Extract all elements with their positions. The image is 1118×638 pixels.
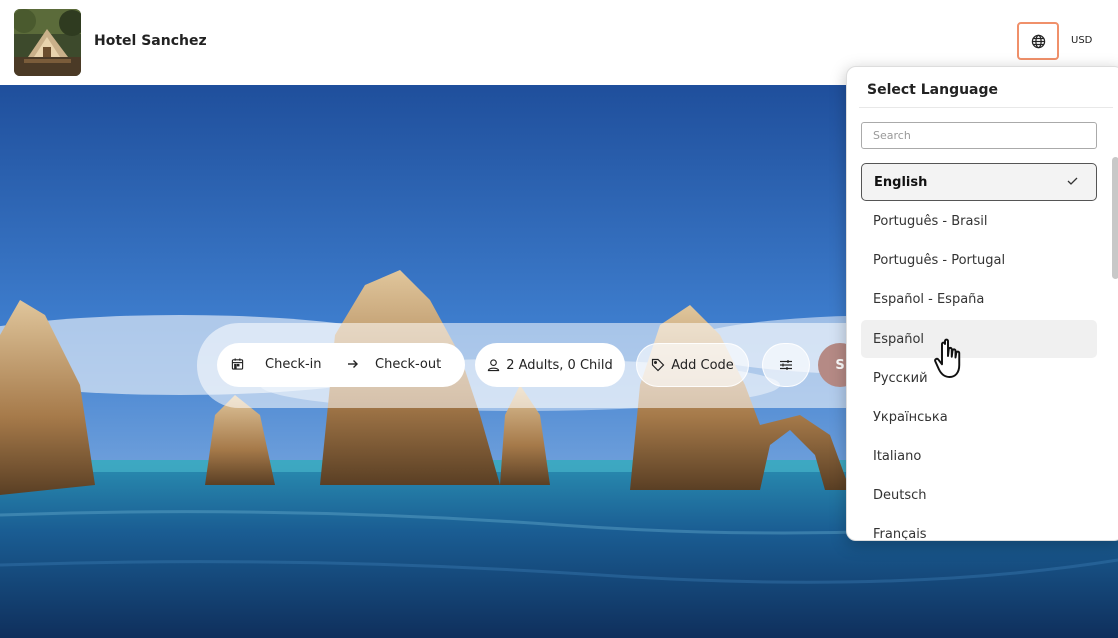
language-label: Español - España: [873, 291, 985, 307]
check-icon: [1067, 177, 1078, 185]
language-option-ukrainian[interactable]: Українська: [861, 398, 1097, 436]
calendar-icon: [231, 358, 244, 370]
language-option-russian[interactable]: Русский: [861, 359, 1097, 397]
add-code-button[interactable]: Add Code: [636, 343, 749, 387]
language-label: Italiano: [873, 448, 922, 464]
hand-cursor-icon: [934, 338, 961, 378]
language-option-portuguese-portugal[interactable]: Português - Portugal: [861, 241, 1097, 279]
check-in-field[interactable]: Check-in: [265, 357, 322, 372]
sliders-icon: [780, 360, 792, 370]
hotel-name: Hotel Sanchez: [94, 33, 207, 49]
language-label: Русский: [873, 370, 928, 386]
language-option-spanish-spain[interactable]: Español - España: [861, 280, 1097, 318]
guests-label: 2 Adults, 0 Child: [506, 357, 613, 373]
dropdown-scrollbar[interactable]: [1112, 157, 1118, 279]
filters-button[interactable]: [762, 343, 810, 387]
person-icon: [488, 359, 500, 372]
language-search-input[interactable]: [861, 122, 1097, 149]
language-option-spanish[interactable]: Español: [861, 320, 1097, 358]
language-label: Português - Portugal: [873, 252, 1006, 268]
guests-selector[interactable]: 2 Adults, 0 Child: [475, 343, 625, 387]
currency-selector[interactable]: USD: [1071, 35, 1092, 46]
hotel-logo[interactable]: [14, 9, 81, 76]
language-option-portuguese-brazil[interactable]: Português - Brasil: [861, 202, 1097, 240]
language-option-german[interactable]: Deutsch: [861, 476, 1097, 514]
language-dropdown: Select Language English Português - Bras…: [846, 66, 1118, 541]
language-option-italian[interactable]: Italiano: [861, 437, 1097, 475]
language-label: Українська: [873, 409, 948, 425]
add-code-label: Add Code: [671, 357, 734, 373]
language-label: Français: [873, 526, 927, 541]
language-button[interactable]: [1017, 22, 1059, 60]
check-out-field[interactable]: Check-out: [375, 357, 441, 372]
language-label: Português - Brasil: [873, 213, 988, 229]
divider: [859, 107, 1113, 108]
language-option-french[interactable]: Français: [861, 515, 1097, 541]
language-label: English: [874, 174, 928, 190]
globe-icon: [1031, 34, 1045, 48]
dropdown-title: Select Language: [867, 82, 999, 98]
date-range-picker[interactable]: Check-in Check-out: [217, 343, 465, 387]
language-option-english[interactable]: English: [861, 163, 1097, 201]
arrow-right-icon: [348, 360, 358, 368]
language-label: Deutsch: [873, 487, 927, 503]
tag-icon: [652, 358, 665, 372]
language-label: Español: [873, 331, 925, 347]
